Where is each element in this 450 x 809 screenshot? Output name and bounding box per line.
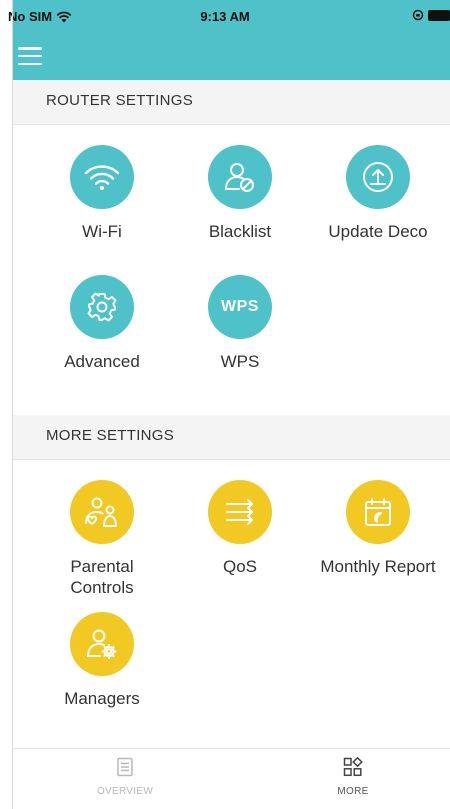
menu-line-icon xyxy=(18,54,42,58)
managers-label: Managers xyxy=(64,689,140,708)
parental-controls-icon xyxy=(85,497,117,527)
wps-icon: WPS xyxy=(221,298,259,315)
menu-line-icon xyxy=(18,47,42,50)
overview-document-icon xyxy=(117,757,133,777)
bottom-navigation: OVERVIEW MORE xyxy=(13,748,450,809)
hamburger-menu-button[interactable] xyxy=(16,44,44,68)
parental-controls-label: Parental Controls xyxy=(37,556,167,598)
wifi-circle xyxy=(70,145,134,209)
nav-overview-label: OVERVIEW xyxy=(96,786,154,797)
managers-user-gear-icon xyxy=(87,629,117,659)
wps-tile[interactable]: WPS WPS xyxy=(175,275,305,372)
qos-arrows-icon xyxy=(226,499,253,525)
advanced-tile[interactable]: Advanced xyxy=(37,275,167,372)
calendar-report-icon xyxy=(365,498,391,526)
update-deco-circle xyxy=(346,145,410,209)
blacklist-label: Blacklist xyxy=(208,222,272,241)
update-upload-icon xyxy=(363,162,393,192)
battery-icon xyxy=(428,9,450,21)
monthly-report-label: Monthly Report xyxy=(320,557,436,576)
gear-icon xyxy=(87,292,117,322)
blacklist-circle xyxy=(208,145,272,209)
advanced-label: Advanced xyxy=(64,352,140,371)
monthly-report-tile[interactable]: Monthly Report xyxy=(313,480,443,577)
menu-line-icon xyxy=(18,62,42,65)
parental-controls-label-text: Parental Controls xyxy=(70,557,134,597)
router-settings-header: ROUTER SETTINGS xyxy=(13,80,450,125)
wps-label: WPS xyxy=(220,352,260,371)
managers-circle xyxy=(70,612,134,676)
status-right-group xyxy=(412,9,450,21)
update-deco-label: Update Deco xyxy=(328,222,428,241)
monthly-report-circle xyxy=(346,480,410,544)
more-settings-header: MORE SETTINGS xyxy=(13,415,450,460)
qos-label: QoS xyxy=(222,557,258,576)
qos-circle xyxy=(208,480,272,544)
blacklist-tile[interactable]: Blacklist xyxy=(175,145,305,242)
advanced-circle xyxy=(70,275,134,339)
qos-tile[interactable]: QoS xyxy=(175,480,305,577)
parental-controls-circle xyxy=(70,480,134,544)
more-grid-icon xyxy=(343,756,363,777)
blacklist-user-icon xyxy=(225,163,254,192)
wifi-icon xyxy=(84,165,120,190)
nav-more-tab[interactable]: MORE xyxy=(293,756,413,797)
update-deco-tile[interactable]: Update Deco xyxy=(313,145,443,242)
nav-overview-tab[interactable]: OVERVIEW xyxy=(65,757,185,797)
rotation-lock-icon xyxy=(412,9,424,21)
nav-more-label: MORE xyxy=(337,786,369,797)
router-settings-title: ROUTER SETTINGS xyxy=(46,92,194,109)
wifi-label: Wi-Fi xyxy=(82,222,122,241)
more-settings-title: MORE SETTINGS xyxy=(46,427,175,444)
status-bar: No SIM 9:13 AM xyxy=(0,0,450,36)
managers-tile[interactable]: Managers xyxy=(37,612,167,709)
wps-circle: WPS xyxy=(208,275,272,339)
wifi-tile[interactable]: Wi-Fi xyxy=(37,145,167,242)
app-screen: No SIM 9:13 AM ROUTER SETTINGS Wi-Fi Bla… xyxy=(0,0,450,809)
parental-controls-tile[interactable]: Parental Controls xyxy=(37,480,167,598)
status-time: 9:13 AM xyxy=(200,9,250,24)
